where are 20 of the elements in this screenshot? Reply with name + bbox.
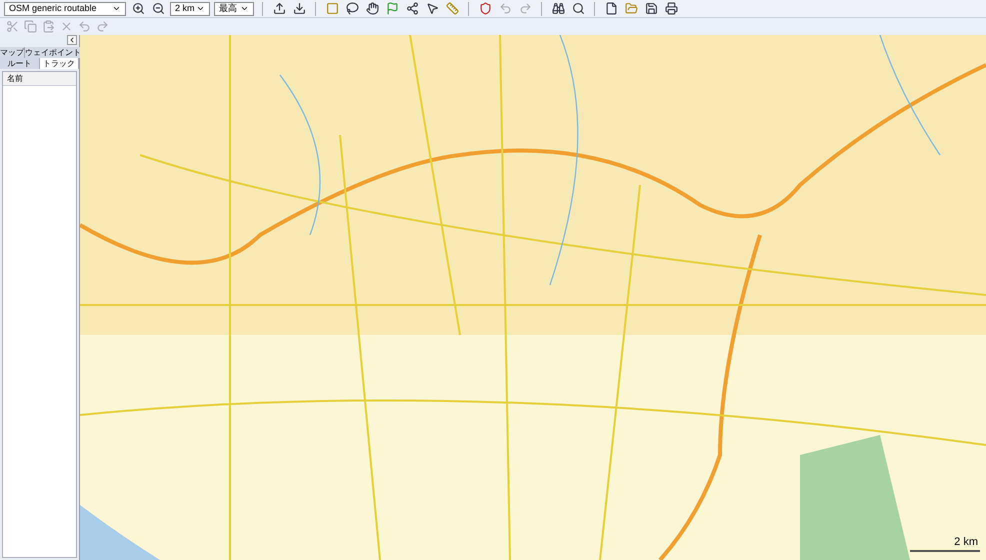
- nodes-icon[interactable]: [404, 0, 420, 16]
- panel-tab[interactable]: ルート: [0, 58, 40, 69]
- hand-icon[interactable]: [364, 0, 380, 16]
- save-icon[interactable]: [643, 0, 659, 16]
- print-icon[interactable]: [663, 0, 679, 16]
- collapse-icon[interactable]: [67, 35, 77, 45]
- zoom-in-icon[interactable]: [130, 0, 146, 16]
- binoculars-icon[interactable]: [550, 0, 566, 16]
- detail-dropdown[interactable]: 最高: [214, 2, 254, 16]
- lasso-icon[interactable]: [344, 0, 360, 16]
- panel-tab[interactable]: マップ: [0, 47, 25, 58]
- zoom-scale-dropdown[interactable]: 2 km: [170, 2, 210, 16]
- upload-icon[interactable]: [271, 0, 287, 16]
- search-icon[interactable]: [570, 0, 586, 16]
- column-header[interactable]: 名前: [3, 72, 76, 86]
- zoom-out-icon[interactable]: [150, 0, 166, 16]
- download-icon[interactable]: [291, 0, 307, 16]
- panel-tab[interactable]: ウェイポイント: [25, 47, 82, 58]
- map-product-dropdown[interactable]: OSM generic routable: [4, 2, 126, 16]
- panel-tab[interactable]: トラック: [40, 58, 79, 69]
